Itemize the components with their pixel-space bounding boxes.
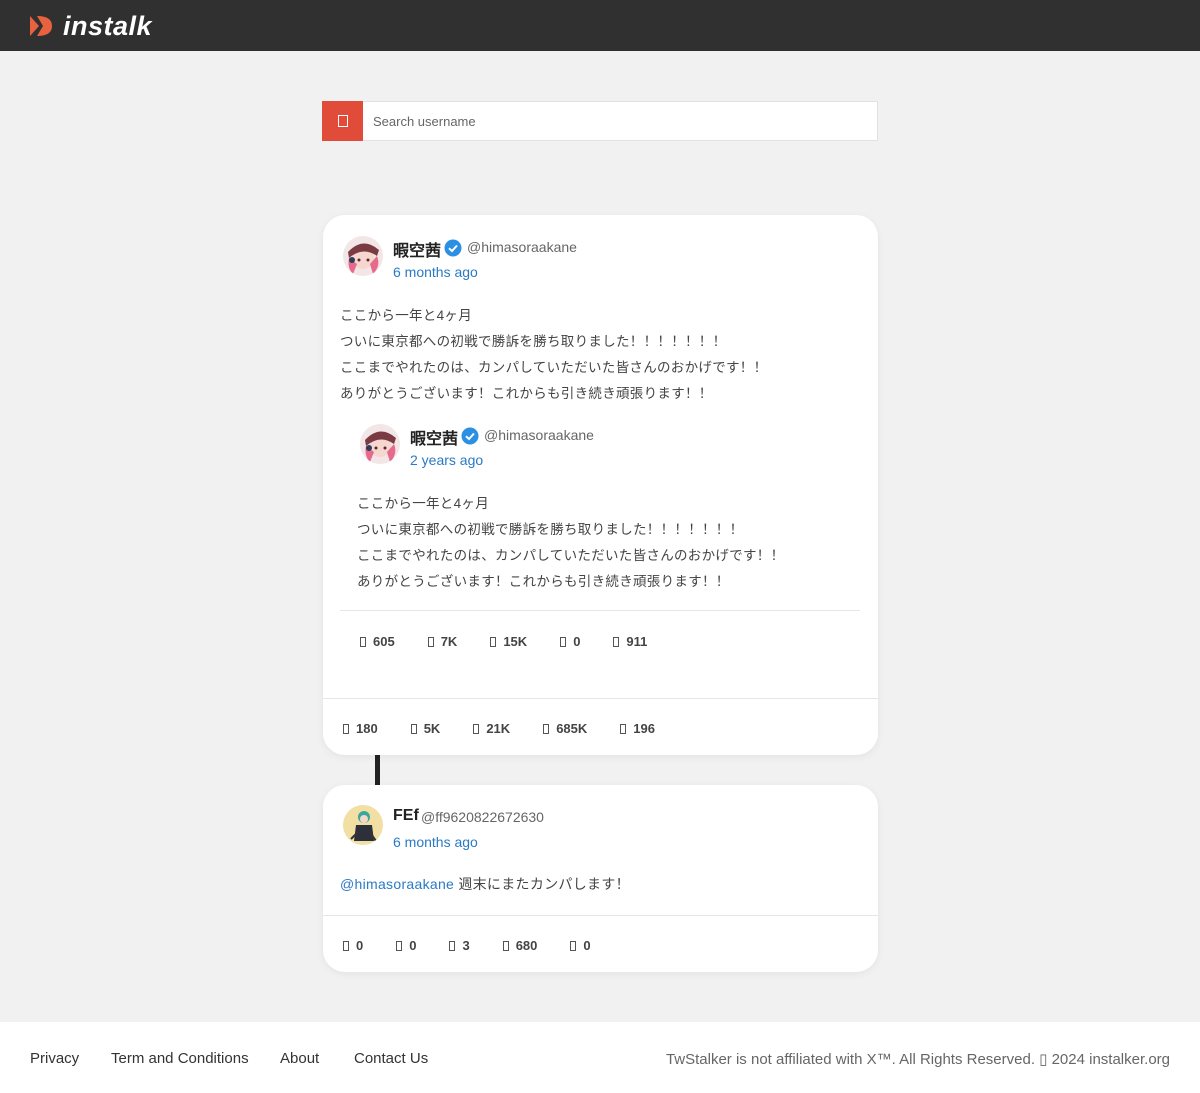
quoted-stats: 605 7K 15K 0 911 (360, 634, 647, 649)
reply-icon (343, 940, 349, 951)
tweet-card: 暇空茜 @himasoraakane 6 months ago ここから一年と4… (323, 215, 878, 755)
view-stat[interactable]: 685K (543, 721, 587, 736)
tweet-text-line: ありがとうございます！これからも引き続き頑張ります！！ (340, 386, 713, 401)
view-icon (543, 723, 550, 734)
author-handle[interactable]: @himasoraakane (467, 239, 577, 255)
copyright-text: TwStalker is not affiliated with X™. All… (665, 1051, 1170, 1068)
tweet-text-line: ついに東京都への初戦で勝訴を勝ち取りました！！！！！！！ (340, 334, 727, 349)
quoted-author-name[interactable]: 暇空茜 (410, 425, 458, 449)
search-button[interactable] (322, 101, 363, 141)
view-icon (502, 940, 509, 951)
avatar[interactable] (360, 424, 400, 464)
footer-link-terms[interactable]: Term and Conditions (111, 1050, 249, 1067)
quoted-author-handle[interactable]: @himasoraakane (484, 427, 594, 443)
divider (323, 698, 878, 699)
top-bar: instalk (0, 0, 1200, 51)
view-icon (560, 636, 567, 647)
avatar[interactable] (343, 805, 383, 845)
mention-link[interactable]: @himasoraakane (340, 876, 454, 892)
divider (323, 915, 878, 916)
tweet-text-line: ここまでやれたのは、カンパしていただいた皆さんのおかげです！！ (340, 360, 768, 375)
like-stat[interactable]: 21K (473, 721, 510, 736)
footer-link-privacy[interactable]: Privacy (30, 1050, 79, 1067)
footer-link-about[interactable]: About (280, 1050, 319, 1067)
reply-icon (343, 723, 349, 734)
quoted-text-line: ここから一年と4ヶ月 (357, 496, 490, 511)
quoted-tweet-time[interactable]: 2 years ago (410, 452, 483, 468)
tweet-text-line: ここから一年と4ヶ月 (340, 308, 473, 323)
author-name[interactable]: 暇空茜 (393, 237, 441, 261)
thread-connector (375, 755, 380, 785)
view-stat[interactable]: 680 (502, 938, 537, 953)
quoted-text-line: ありがとうございます！これからも引き続き頑張ります！！ (357, 574, 730, 589)
view-stat[interactable]: 0 (560, 634, 580, 649)
tweet-text: @himasoraakane 週末にまたカンパします！ (340, 874, 630, 894)
author-name[interactable]: FEf (393, 807, 419, 825)
divider (340, 610, 860, 611)
bookmark-stat[interactable]: 0 (570, 938, 591, 953)
verified-icon (444, 239, 462, 257)
bookmark-icon (620, 723, 627, 734)
like-icon (449, 940, 456, 951)
search-input[interactable] (363, 102, 875, 140)
retweet-stat[interactable]: 0 (396, 938, 416, 953)
tweet-text-body: 週末にまたカンパします！ (454, 876, 630, 892)
bookmark-stat[interactable]: 911 (613, 634, 647, 649)
like-icon (473, 723, 480, 734)
bookmark-icon (613, 636, 620, 647)
reply-stat[interactable]: 0 (343, 938, 363, 953)
retweet-stat[interactable]: 7K (427, 634, 457, 649)
tweet-time[interactable]: 6 months ago (393, 834, 478, 850)
logo-text[interactable]: instalk (63, 10, 156, 42)
footer: Privacy Term and Conditions About Contac… (0, 1022, 1200, 1093)
reply-icon (360, 636, 366, 647)
like-stat[interactable]: 15K (490, 634, 527, 649)
quoted-text-line: ここまでやれたのは、カンパしていただいた皆さんのおかげです！！ (357, 548, 785, 563)
retweet-icon (427, 636, 434, 647)
search-bar (322, 101, 878, 141)
quoted-text-line: ついに東京都への初戦で勝訴を勝ち取りました！！！！！！！ (357, 522, 744, 537)
verified-icon (461, 427, 479, 445)
logo-icon[interactable] (28, 13, 54, 39)
search-icon (337, 115, 348, 127)
author-handle[interactable]: @ff9620822672630 (421, 809, 544, 825)
tweet-time[interactable]: 6 months ago (393, 264, 478, 280)
retweet-stat[interactable]: 5K (410, 721, 440, 736)
like-stat[interactable]: 3 (449, 938, 470, 953)
bookmark-stat[interactable]: 196 (620, 721, 655, 736)
footer-link-contact[interactable]: Contact Us (354, 1050, 428, 1067)
retweet-icon (396, 940, 403, 951)
reply-stat[interactable]: 605 (360, 634, 395, 649)
retweet-icon (410, 723, 417, 734)
tweet-stats: 0 0 3 680 0 (343, 938, 591, 953)
bookmark-icon (570, 940, 577, 951)
like-icon (490, 636, 497, 647)
reply-stat[interactable]: 180 (343, 721, 378, 736)
tweet-stats: 180 5K 21K 685K 196 (343, 721, 655, 736)
avatar[interactable] (343, 236, 383, 276)
tweet-card: FEf @ff9620822672630 6 months ago @himas… (323, 785, 878, 972)
